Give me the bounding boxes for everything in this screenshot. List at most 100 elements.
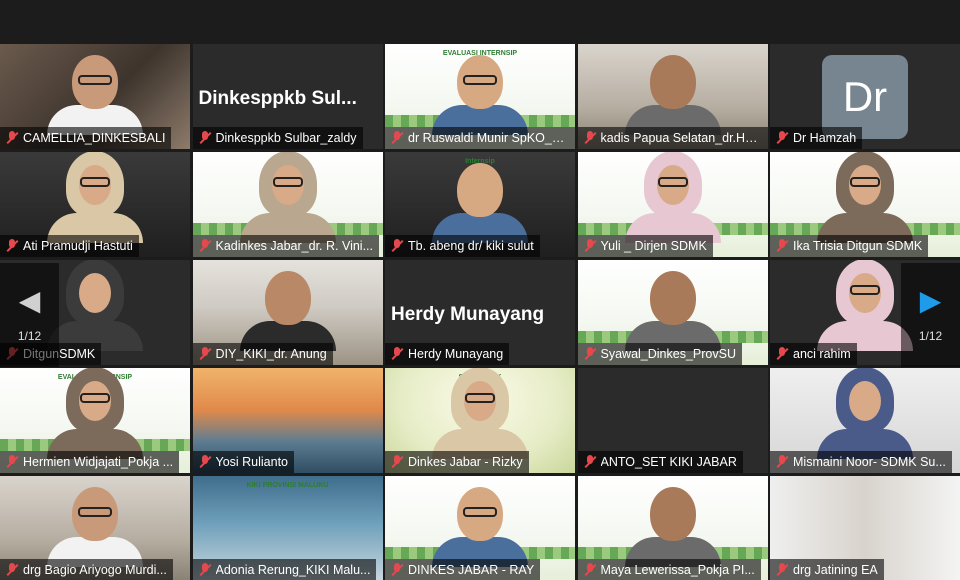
microphone-muted-icon — [6, 131, 18, 145]
participant-video — [432, 55, 528, 135]
participant-tile[interactable]: Maya Lewerissa_Pokja PI... — [577, 476, 768, 580]
participant-name: Mismaini Noor- SDMK Su... — [793, 455, 946, 469]
participant-video — [817, 260, 913, 351]
participant-name-label: drg Bagio Ariyogo Murdi... — [0, 559, 173, 580]
participant-name: Ika Trisia Ditgun SDMK — [793, 239, 923, 253]
prev-page-button[interactable]: ◀ 1/12 — [0, 263, 59, 367]
participant-name-label: Mismaini Noor- SDMK Su... — [770, 451, 952, 473]
microphone-muted-icon — [776, 347, 788, 361]
participant-display-name: Dinkesppkb Sul... — [198, 88, 357, 109]
participant-video — [47, 260, 143, 351]
page-indicator-left: 1/12 — [17, 329, 42, 343]
participant-tile[interactable]: kadis Papua Selatan_dr.Herli... — [577, 44, 768, 149]
participant-name-label: Yosi Rulianto — [192, 451, 295, 473]
participant-name-label: Ika Trisia Ditgun SDMK — [770, 235, 929, 257]
participant-tile[interactable]: CAMELLIA_DINKESBALI — [0, 44, 190, 149]
participant-name-label: Adonia Rerung_KIKI Malu... — [192, 559, 377, 580]
participant-tile[interactable]: Internsip Tb. abeng dr/ kiki sulut — [385, 152, 575, 257]
participant-tile[interactable]: EVALUASI INTERNSIP dr Ruswaldi Munir SpKO… — [385, 44, 575, 149]
participant-name: drg Bagio Ariyogo Murdi... — [23, 563, 167, 577]
participant-video — [624, 271, 721, 351]
participant-name: Hermien Widjajati_Pokja ... — [23, 455, 174, 469]
participant-video — [239, 152, 336, 243]
microphone-muted-icon — [776, 455, 788, 469]
participant-tile[interactable]: KIKI PROVINSI MALUKU Adonia Rerung_KIKI M… — [192, 476, 383, 580]
participant-video — [624, 152, 721, 243]
participant-name-label: Tb. abeng dr/ kiki sulut — [385, 235, 540, 257]
participant-name-label: Ati Pramudji Hastuti — [0, 235, 139, 257]
participant-tile[interactable]: DINKES JABAR - RAY — [385, 476, 575, 580]
microphone-muted-icon — [199, 347, 211, 361]
participant-tile[interactable]: Syawal_Dinkes_ProvSU — [577, 260, 768, 365]
microphone-muted-icon — [6, 239, 18, 253]
participant-tile[interactable]: ANTO_SET KIKI JABAR — [577, 368, 768, 473]
microphone-muted-icon — [199, 239, 211, 253]
participant-video — [47, 152, 143, 243]
participant-name: Tb. abeng dr/ kiki sulut — [408, 239, 534, 253]
participant-video — [47, 55, 143, 135]
participant-video — [47, 368, 143, 459]
microphone-muted-icon — [776, 131, 788, 145]
participant-name: CAMELLIA_DINKESBALI — [23, 131, 166, 145]
microphone-muted-icon — [776, 239, 788, 253]
participant-video — [47, 487, 143, 567]
participant-name-label: ANTO_SET KIKI JABAR — [577, 451, 743, 473]
microphone-muted-icon — [584, 563, 596, 577]
participant-tile[interactable]: Kadinkes Jabar_dr. R. Vini... — [192, 152, 383, 257]
next-page-button[interactable]: ▶ 1/12 — [901, 263, 960, 367]
participant-name-label: Dr Hamzah — [770, 127, 863, 149]
participant-name-label: kadis Papua Selatan_dr.Herli... — [577, 127, 768, 149]
participant-name: Dinkesppkb Sulbar_zaldy — [215, 131, 357, 145]
participant-name-label: Maya Lewerissa_Pokja PI... — [577, 559, 761, 580]
microphone-muted-icon — [584, 455, 596, 469]
participant-name-label: CAMELLIA_DINKESBALI — [0, 127, 172, 149]
participant-video — [432, 163, 528, 243]
microphone-muted-icon — [391, 239, 403, 253]
microphone-muted-icon — [584, 239, 596, 253]
participant-name-label: Yuli _ Dirjen SDMK — [577, 235, 713, 257]
microphone-muted-icon — [199, 455, 211, 469]
participant-video — [817, 368, 913, 459]
microphone-muted-icon — [199, 563, 211, 577]
participant-tile[interactable]: SERASI SDKDinkes Jabar - Rizky — [385, 368, 575, 473]
participant-name: ANTO_SET KIKI JABAR — [600, 455, 737, 469]
chevron-right-icon: ▶ — [919, 285, 942, 316]
participant-name: Dinkes Jabar - Rizky — [408, 455, 523, 469]
participant-tile[interactable]: Yosi Rulianto — [192, 368, 383, 473]
participant-tile[interactable]: Herdy Munayang Herdy Munayang — [385, 260, 575, 365]
participant-name: drg Jatining EA — [793, 563, 878, 577]
microphone-muted-icon — [776, 563, 788, 577]
participant-tile[interactable]: EVALUASI INTERNSIPHermien Widjajati_Pokj… — [0, 368, 190, 473]
page-indicator-right: 1/12 — [918, 329, 943, 343]
participant-name: Syawal_Dinkes_ProvSU — [600, 347, 736, 361]
participant-tile[interactable]: drg Bagio Ariyogo Murdi... — [0, 476, 190, 580]
participant-name-label: dr Ruswaldi Munir SpKO_KIK... — [385, 127, 575, 149]
participant-name: Maya Lewerissa_Pokja PI... — [600, 563, 755, 577]
participant-tile[interactable]: KemenkesIka Trisia Ditgun SDMK — [770, 152, 960, 257]
participant-name-label: drg Jatining EA — [770, 559, 884, 580]
participant-name: Adonia Rerung_KIKI Malu... — [215, 563, 371, 577]
participant-tile[interactable]: DIY_KIKI_dr. Anung — [192, 260, 383, 365]
microphone-muted-icon — [199, 131, 211, 145]
participant-name: Dr Hamzah — [793, 131, 857, 145]
participant-name: Yosi Rulianto — [215, 455, 289, 469]
participant-name-label: DIY_KIKI_dr. Anung — [192, 343, 333, 365]
microphone-muted-icon — [584, 131, 596, 145]
participant-tile[interactable]: Dr Dr Hamzah — [770, 44, 960, 149]
participant-name: Yuli _ Dirjen SDMK — [600, 239, 707, 253]
participant-tile[interactable]: drg Jatining EA — [770, 476, 960, 580]
participant-video — [624, 487, 721, 567]
participant-video — [624, 55, 721, 135]
participant-tile[interactable]: Mismaini Noor- SDMK Su... — [770, 368, 960, 473]
participant-name-label: DINKES JABAR - RAY — [385, 559, 541, 580]
participant-name: kadis Papua Selatan_dr.Herli... — [600, 131, 762, 145]
participant-video — [432, 487, 528, 567]
participant-name: Kadinkes Jabar_dr. R. Vini... — [215, 239, 374, 253]
participant-name: anci rahim — [793, 347, 851, 361]
participant-name: dr Ruswaldi Munir SpKO_KIK... — [408, 131, 569, 145]
participant-name: Herdy Munayang — [408, 347, 504, 361]
participant-tile[interactable]: Yuli _ Dirjen SDMK — [577, 152, 768, 257]
participant-tile[interactable]: Ati Pramudji Hastuti — [0, 152, 190, 257]
participant-name-label: Dinkes Jabar - Rizky — [385, 451, 529, 473]
participant-tile[interactable]: Dinkesppkb Sul... Dinkesppkb Sulbar_zaldy — [192, 44, 383, 149]
